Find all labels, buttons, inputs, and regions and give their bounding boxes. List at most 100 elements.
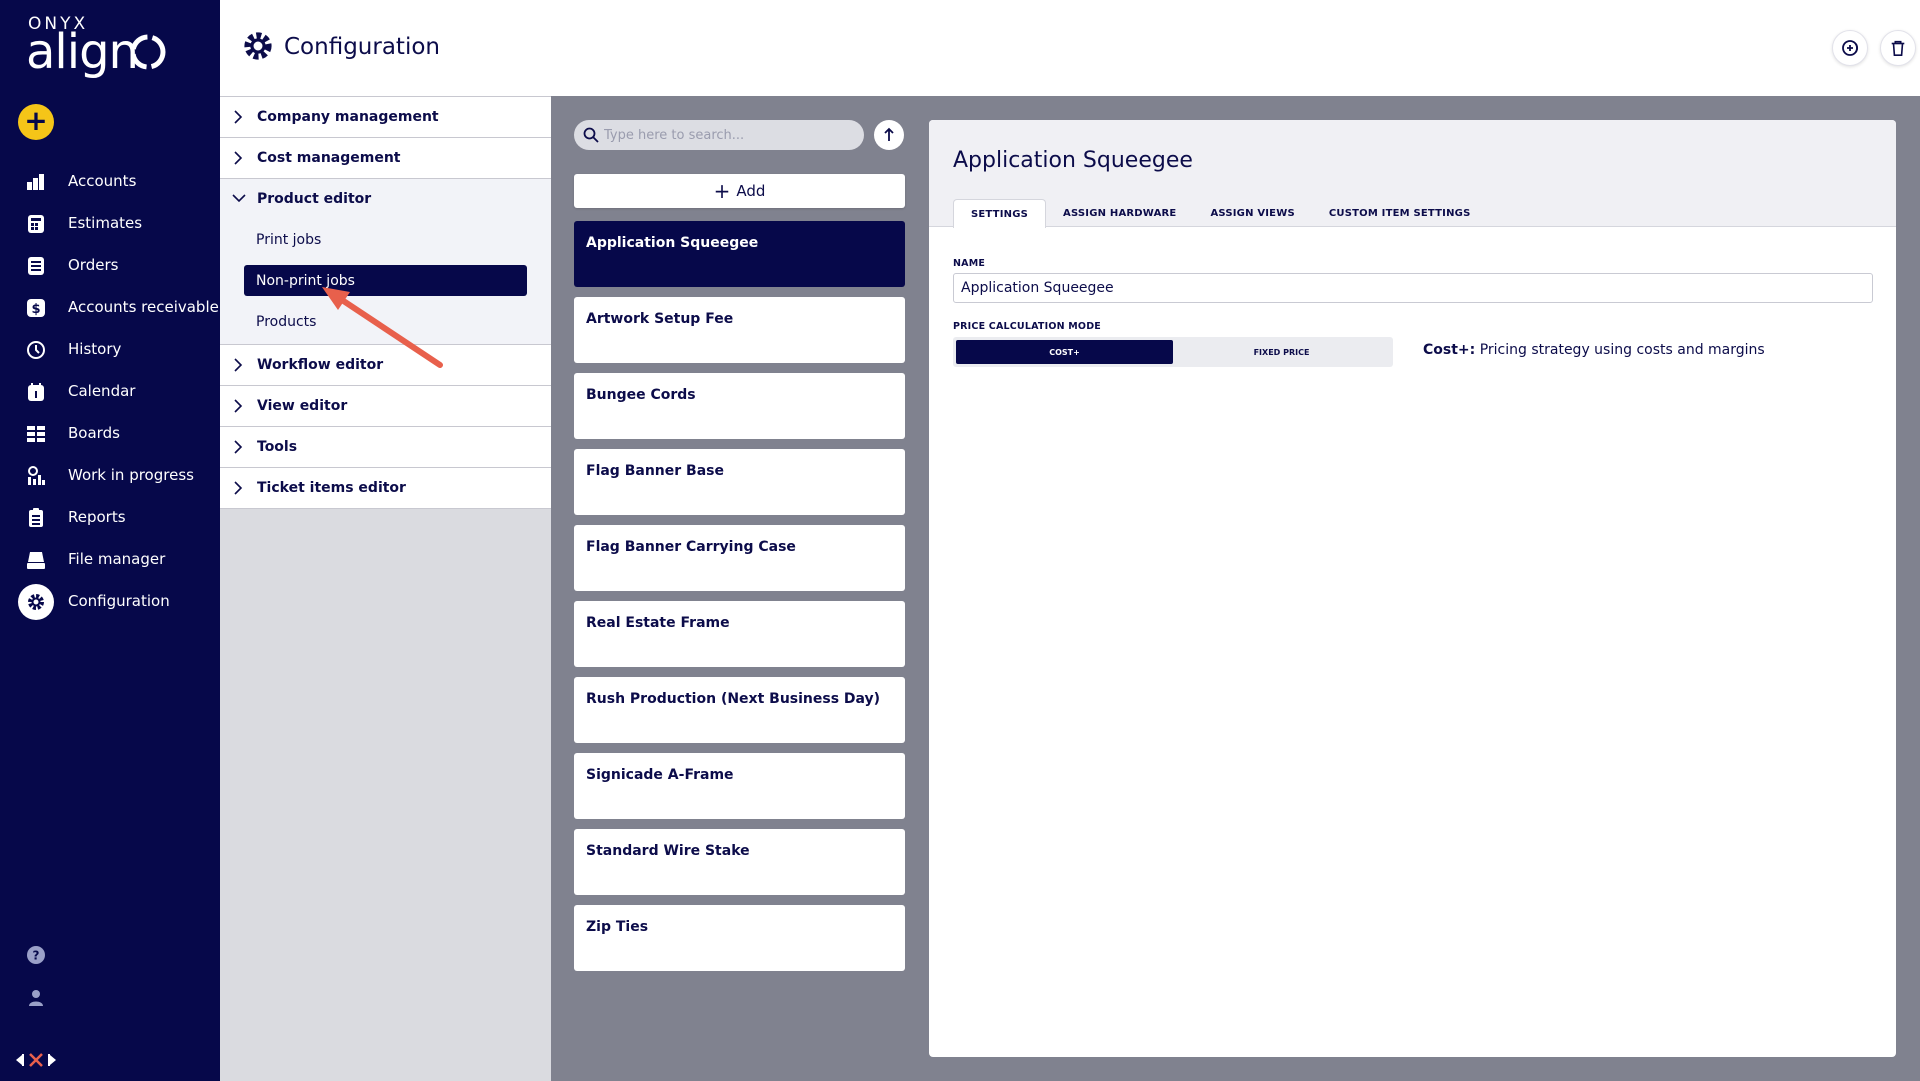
tree-section-label: View editor	[257, 398, 348, 414]
tree-section-label: Tools	[257, 439, 298, 455]
price-mode-label: PRICE CALCULATION MODE	[953, 321, 1101, 332]
product-editor-subitems: Print jobs Non-print jobs Products	[220, 219, 551, 344]
tree-item-products[interactable]: Products	[220, 301, 551, 342]
chevron-right-icon	[234, 358, 243, 372]
chevron-down-icon	[232, 194, 246, 203]
accounts-receivable-icon: $	[27, 299, 45, 317]
list-item[interactable]: Flag Banner Base	[574, 449, 905, 515]
duplicate-icon	[1842, 40, 1858, 56]
tree-section-label: Company management	[257, 109, 439, 125]
plus-icon: +	[713, 179, 731, 203]
active-indicator	[18, 584, 54, 620]
sidebar-item-label: Reports	[68, 508, 126, 526]
gear-icon	[28, 594, 44, 610]
chevron-right-icon	[234, 110, 243, 124]
page-title: Configuration	[284, 34, 440, 60]
list-item[interactable]: Rush Production (Next Business Day)	[574, 677, 905, 743]
duplicate-button[interactable]	[1832, 30, 1868, 66]
list-item[interactable]: Flag Banner Carrying Case	[574, 525, 905, 591]
list-item[interactable]: Artwork Setup Fee	[574, 297, 905, 363]
list-item[interactable]: Zip Ties	[574, 905, 905, 971]
tab-assign-views[interactable]: ASSIGN VIEWS	[1193, 199, 1311, 227]
price-mode-toggle: COST+ FIXED PRICE	[953, 337, 1393, 367]
user-profile-icon[interactable]	[26, 988, 46, 1008]
estimates-icon	[28, 215, 44, 233]
detail-panel: Application Squeegee SETTINGS ASSIGN HAR…	[929, 120, 1896, 1057]
price-mode-description: Cost+: Pricing strategy using costs and …	[1423, 342, 1765, 358]
tab-settings[interactable]: SETTINGS	[953, 199, 1047, 228]
list-item[interactable]: Real Estate Frame	[574, 601, 905, 667]
sidebar-item-label: History	[68, 340, 122, 358]
sidebar-item-configuration[interactable]: Configuration	[0, 580, 220, 622]
sidebar-item-accounts[interactable]: Accounts	[0, 160, 220, 202]
sidebar-item-label: Configuration	[68, 592, 170, 610]
tree-section-label: Workflow editor	[257, 357, 384, 373]
detail-tabs: SETTINGS ASSIGN HARDWARE ASSIGN VIEWS CU…	[953, 199, 1488, 228]
sidebar-item-reports[interactable]: Reports	[0, 496, 220, 538]
sidebar-item-label: Orders	[68, 256, 119, 274]
boards-icon	[27, 426, 45, 442]
calendar-icon	[28, 383, 44, 401]
list-item[interactable]: Standard Wire Stake	[574, 829, 905, 895]
reports-icon	[29, 508, 43, 527]
search-box	[574, 120, 864, 150]
accounts-icon	[27, 174, 44, 190]
tab-custom-item-settings[interactable]: CUSTOM ITEM SETTINGS	[1312, 199, 1488, 227]
tree-section-company-management[interactable]: Company management	[220, 96, 551, 137]
sidebar-item-label: Work in progress	[68, 466, 194, 484]
orders-icon	[28, 257, 44, 275]
help-icon[interactable]: ?	[26, 945, 46, 965]
chevron-right-icon	[234, 481, 243, 495]
tree-section-tools[interactable]: Tools	[220, 426, 551, 467]
tree-divider	[220, 508, 551, 509]
sidebar-item-history[interactable]: History	[0, 328, 220, 370]
tree-section-view-editor[interactable]: View editor	[220, 385, 551, 426]
sidebar-item-boards[interactable]: Boards	[0, 412, 220, 454]
svg-text:?: ?	[33, 949, 40, 963]
sidebar-item-estimates[interactable]: Estimates	[0, 202, 220, 244]
price-mode-description-term: Cost+:	[1423, 342, 1476, 358]
configuration-tree: Company management Cost management Produ…	[220, 96, 551, 1081]
tree-section-ticket-items-editor[interactable]: Ticket items editor	[220, 467, 551, 508]
tree-section-cost-management[interactable]: Cost management	[220, 137, 551, 178]
add-item-button[interactable]: + Add	[574, 174, 905, 208]
sidebar-item-accounts-receivable[interactable]: $ Accounts receivable	[0, 286, 220, 328]
tree-section-product-editor[interactable]: Product editor	[220, 178, 551, 219]
sort-button[interactable]	[874, 120, 904, 150]
tree-item-print-jobs[interactable]: Print jobs	[220, 219, 551, 260]
list-item[interactable]: Bungee Cords	[574, 373, 905, 439]
sort-arrow-up-icon	[884, 127, 894, 141]
work-in-progress-icon	[28, 466, 45, 485]
search-icon	[583, 127, 599, 143]
sidebar-item-label: File manager	[68, 550, 166, 568]
price-mode-fixed-price[interactable]: FIXED PRICE	[1173, 340, 1390, 364]
tree-section-workflow-editor[interactable]: Workflow editor	[220, 344, 551, 385]
sidebar-item-work-in-progress[interactable]: Work in progress	[0, 454, 220, 496]
sidebar-item-label: Estimates	[68, 214, 143, 232]
sidebar-item-file-manager[interactable]: File manager	[0, 538, 220, 580]
add-item-label: Add	[736, 182, 766, 200]
delete-button[interactable]	[1880, 30, 1916, 66]
chevron-right-icon	[234, 399, 243, 413]
logo-align-text: align	[26, 24, 139, 80]
list-item[interactable]: Application Squeegee	[574, 221, 905, 287]
name-field[interactable]: Application Squeegee	[953, 273, 1873, 303]
sidebar-item-orders[interactable]: Orders	[0, 244, 220, 286]
quick-add-button[interactable]: +	[18, 104, 54, 140]
detail-header: Application Squeegee SETTINGS ASSIGN HAR…	[929, 120, 1896, 228]
onyx-align-logo[interactable]: ONYX align	[26, 14, 176, 84]
price-mode-cost-plus[interactable]: COST+	[956, 340, 1173, 364]
list-item[interactable]: Signicade A-Frame	[574, 753, 905, 819]
chevron-right-icon	[234, 440, 243, 454]
sidebar-item-label: Boards	[68, 424, 120, 442]
tree-item-non-print-jobs[interactable]: Non-print jobs	[244, 265, 527, 296]
name-field-label: NAME	[953, 258, 986, 269]
logo-ring-icon	[130, 34, 166, 70]
tab-assign-hardware[interactable]: ASSIGN HARDWARE	[1046, 199, 1193, 227]
search-input[interactable]	[604, 127, 844, 143]
sidebar-item-label: Accounts receivable	[68, 298, 219, 316]
collapse-sidebar-icon[interactable]	[14, 1050, 58, 1070]
sidebar: ONYX align + Accounts Estimates Orders $…	[0, 0, 220, 1081]
sidebar-item-calendar[interactable]: Calendar	[0, 370, 220, 412]
sidebar-nav: Accounts Estimates Orders $ Accounts rec…	[0, 160, 220, 622]
